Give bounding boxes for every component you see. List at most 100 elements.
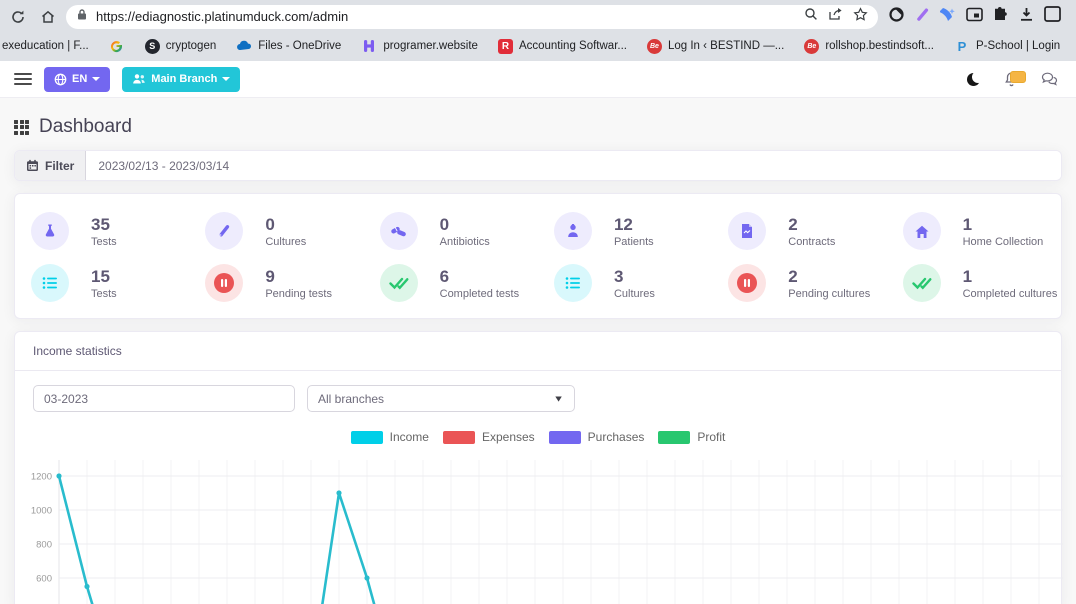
bookmarks-bar: exeducation | F... S cryptogen Files - O…: [0, 33, 1076, 61]
stats-card: 35Tests 0Cultures 0Antibiotics: [14, 193, 1062, 319]
dashboard-page: Dashboard Filter 35Tests: [0, 98, 1076, 604]
stat-completed-cultures: 1Completed cultures: [887, 264, 1061, 302]
pause-circle-icon: [728, 264, 766, 302]
legend-purchases[interactable]: Purchases: [549, 430, 645, 444]
stat-cultures-total: 3Cultures: [538, 264, 712, 302]
language-button[interactable]: EN: [44, 67, 110, 92]
bookmark-accounting-software[interactable]: R Accounting Softwar...: [490, 37, 635, 56]
reload-icon[interactable]: [6, 5, 30, 29]
browser-window: https://ediagnostic.platinumduck.com/adm…: [0, 0, 1076, 604]
bookmark-star-icon[interactable]: [853, 7, 868, 27]
sparkle-extension-icon[interactable]: [940, 6, 957, 28]
legend-income[interactable]: Income: [351, 430, 429, 444]
flask-icon: [31, 212, 69, 250]
calendar-icon: [26, 159, 39, 172]
stat-home-collection: 1Home Collection: [887, 212, 1061, 250]
income-chart: 12001000800600400: [15, 450, 1061, 604]
chat-button[interactable]: [1036, 68, 1062, 90]
double-check-icon: [380, 264, 418, 302]
bookmark-programer-website[interactable]: programer.website: [353, 36, 486, 56]
p-logo-icon: P: [954, 38, 970, 54]
patient-icon: [554, 212, 592, 250]
stat-contracts: 2Contracts: [712, 212, 886, 250]
stat-patients: 12Patients: [538, 212, 712, 250]
double-check-icon: [903, 264, 941, 302]
stat-tests: 35Tests: [15, 212, 189, 250]
chat-bubbles-icon: [1041, 72, 1058, 86]
notification-badge: [1010, 71, 1026, 83]
bookmark-rollshop[interactable]: Be rollshop.bestindsoft...: [796, 37, 942, 56]
income-controls: All branches ▼: [15, 371, 1061, 422]
google-g-icon: [109, 38, 125, 54]
globe-icon: [54, 73, 67, 86]
users-icon: [132, 73, 146, 85]
extension-icons: [888, 6, 1061, 28]
be-badge-icon: Be: [804, 39, 819, 54]
pen-extension-icon[interactable]: [914, 6, 931, 28]
extensions-puzzle-icon[interactable]: [992, 6, 1009, 28]
branch-select[interactable]: All branches ▼: [307, 385, 575, 412]
loop-extension-icon[interactable]: [888, 6, 905, 28]
svg-text:1200: 1200: [31, 472, 52, 483]
date-range-input[interactable]: [86, 151, 1061, 180]
chevron-down-icon: [222, 77, 230, 81]
page-title: Dashboard: [39, 116, 132, 138]
purchases-swatch: [549, 431, 581, 444]
svg-text:800: 800: [36, 540, 52, 551]
onedrive-cloud-icon: [236, 38, 252, 54]
address-bar[interactable]: https://ediagnostic.platinumduck.com/adm…: [66, 5, 878, 29]
downloads-icon[interactable]: [1018, 6, 1035, 28]
bookmark-exeducation[interactable]: exeducation | F...: [0, 38, 97, 54]
filter-card: Filter: [14, 150, 1062, 181]
filter-label-group: Filter: [15, 151, 86, 180]
pills-icon: [380, 212, 418, 250]
bookmark-p-school[interactable]: P P-School | Login: [946, 36, 1068, 56]
stat-tests-total: 15Tests: [15, 264, 189, 302]
stat-antibiotics: 0Antibiotics: [364, 212, 538, 250]
svg-text:1000: 1000: [31, 506, 52, 517]
menu-hamburger-icon[interactable]: [14, 73, 32, 85]
notifications-button[interactable]: [998, 68, 1024, 90]
chevron-down-icon: [92, 77, 100, 81]
moon-icon: [967, 73, 980, 86]
side-panel-icon[interactable]: [1044, 6, 1061, 27]
url-text: https://ediagnostic.platinumduck.com/adm…: [96, 9, 796, 24]
share-icon[interactable]: [828, 7, 843, 26]
legend-expenses[interactable]: Expenses: [443, 430, 535, 444]
dark-mode-toggle[interactable]: [960, 68, 986, 90]
income-statistics-card: Income statistics All branches ▼ Income …: [14, 331, 1062, 604]
purple-site-icon: [361, 38, 377, 54]
stats-row-1: 35Tests 0Cultures 0Antibiotics: [15, 212, 1061, 250]
branch-button[interactable]: Main Branch: [122, 67, 240, 92]
bookmark-bestind-login[interactable]: Be Log In ‹ BESTIND —...: [639, 37, 792, 56]
stat-completed-tests: 6Completed tests: [364, 264, 538, 302]
home-icon: [903, 212, 941, 250]
media-control-icon[interactable]: [966, 7, 983, 27]
svg-text:600: 600: [36, 574, 52, 585]
bookmark-cryptogen[interactable]: S cryptogen: [137, 37, 225, 56]
list-icon: [554, 264, 592, 302]
list-icon: [31, 264, 69, 302]
month-input[interactable]: [33, 385, 295, 412]
test-tube-icon: [205, 212, 243, 250]
pause-circle-icon: [205, 264, 243, 302]
lock-icon: [76, 8, 88, 26]
chevron-down-icon: ▼: [553, 394, 564, 404]
home-icon[interactable]: [36, 5, 60, 29]
stat-pending-tests: 9Pending tests: [189, 264, 363, 302]
expenses-swatch: [443, 431, 475, 444]
browser-toolbar: https://ediagnostic.platinumduck.com/adm…: [0, 0, 1076, 33]
stats-row-2: 15Tests 9Pending tests 6Completed tests: [15, 264, 1061, 302]
dashboard-grid-icon: [14, 120, 29, 135]
bookmark-onedrive[interactable]: Files - OneDrive: [228, 36, 349, 56]
page-title-row: Dashboard: [14, 106, 1062, 150]
bookmark-google[interactable]: [101, 36, 133, 56]
stat-cultures: 0Cultures: [189, 212, 363, 250]
legend-profit[interactable]: Profit: [658, 430, 725, 444]
stat-pending-cultures: 2Pending cultures: [712, 264, 886, 302]
red-r-icon: R: [498, 39, 513, 54]
zoom-icon[interactable]: [804, 7, 818, 26]
app-header: EN Main Branch: [0, 61, 1076, 98]
income-swatch: [351, 431, 383, 444]
contract-file-icon: [728, 212, 766, 250]
